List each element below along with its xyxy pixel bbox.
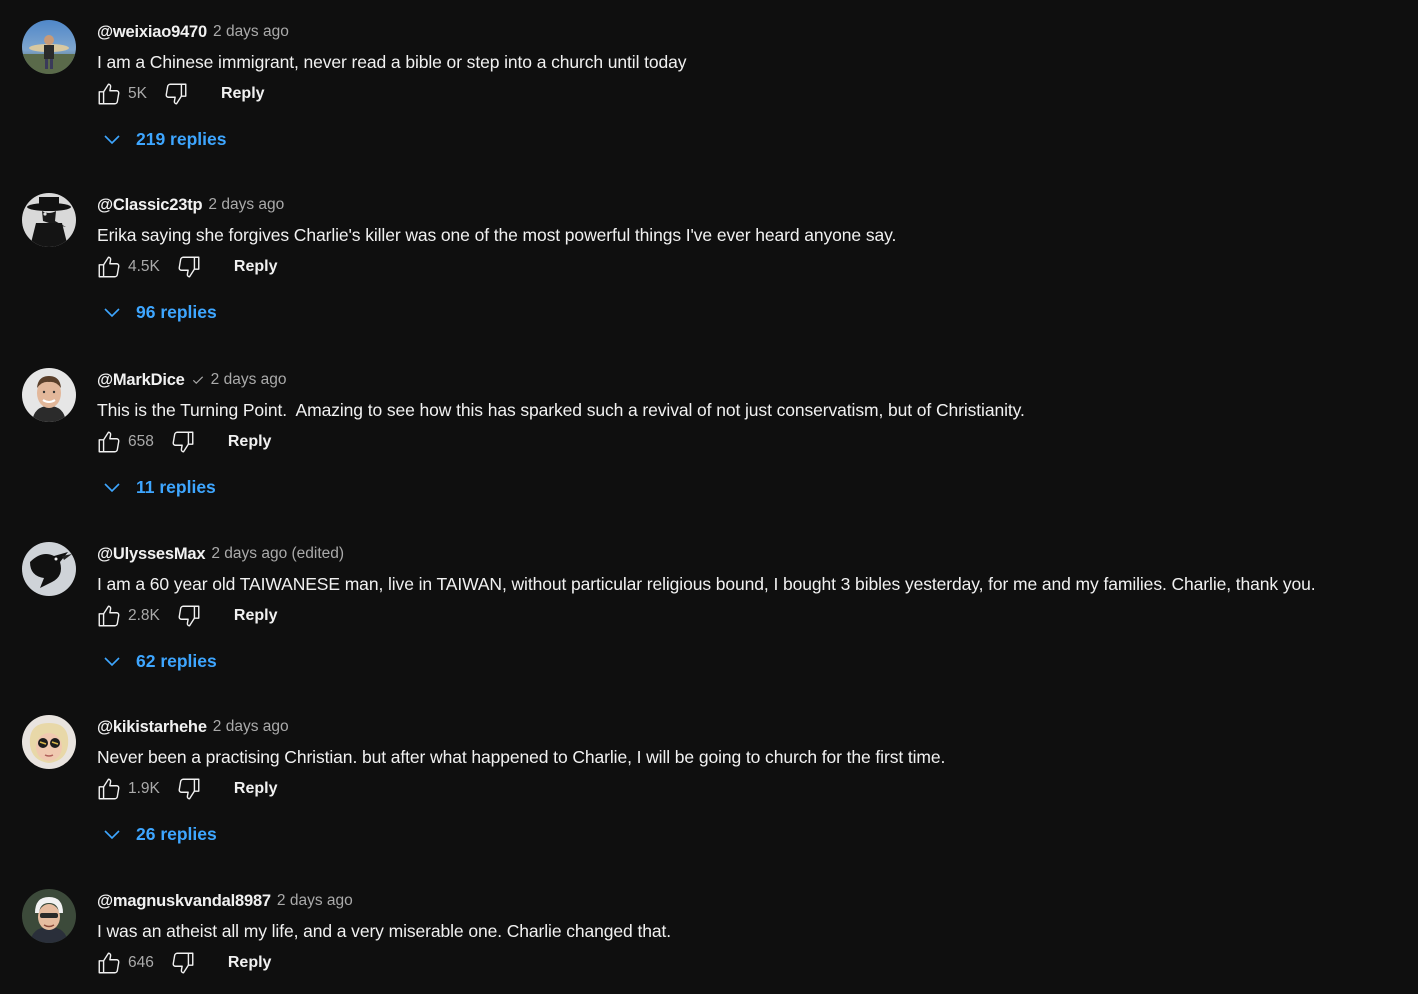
like-button[interactable] xyxy=(94,948,124,978)
author-name[interactable]: @kikistarhehe xyxy=(97,718,207,737)
chevron-down-icon xyxy=(104,830,120,840)
chevron-down-icon xyxy=(104,657,120,667)
comment-text: I was an atheist all my life, and a very… xyxy=(97,921,671,941)
author-name[interactable]: @UlyssesMax xyxy=(97,545,206,564)
thumbs-up-icon xyxy=(98,605,120,627)
author-name[interactable]: @MarkDice xyxy=(97,371,185,390)
view-replies-button[interactable]: 11 replies xyxy=(100,471,216,503)
comment-actions: 5K Reply xyxy=(94,78,265,110)
verified-check-icon xyxy=(192,376,203,385)
avatar[interactable] xyxy=(22,368,76,422)
dislike-button[interactable] xyxy=(174,252,204,282)
author-name[interactable]: @Classic23tp xyxy=(97,196,203,215)
comment-text: I am a 60 year old TAIWANESE man, live i… xyxy=(97,574,1316,594)
comment-actions: 646 Reply xyxy=(94,947,271,979)
like-count: 5K xyxy=(128,85,147,102)
replies-count-label: 219 replies xyxy=(136,128,227,149)
like-count: 2.8K xyxy=(128,607,160,624)
thumbs-down-icon xyxy=(178,605,200,627)
replies-count-label: 11 replies xyxy=(136,476,216,497)
like-button[interactable] xyxy=(94,601,124,631)
thumbs-up-icon xyxy=(98,778,120,800)
author-name[interactable]: @magnuskvandal8987 xyxy=(97,892,271,911)
thumbs-up-icon xyxy=(98,256,120,278)
avatar[interactable] xyxy=(22,20,76,74)
comment-text: I am a Chinese immigrant, never read a b… xyxy=(97,52,687,72)
comment-header: @kikistarhehe 2 days ago xyxy=(97,716,289,738)
view-replies-button[interactable]: 26 replies xyxy=(100,818,217,850)
like-button[interactable] xyxy=(94,774,124,804)
comments-section: @weixiao9470 2 days ago I am a Chinese i… xyxy=(0,0,1418,994)
dislike-button[interactable] xyxy=(168,948,198,978)
reply-button[interactable]: Reply xyxy=(228,433,272,451)
comment-time[interactable]: 2 days ago xyxy=(208,196,284,214)
comment-actions: 4.5K Reply xyxy=(94,251,277,283)
comment-header: @Classic23tp 2 days ago xyxy=(97,194,284,216)
comment-header: @weixiao9470 2 days ago xyxy=(97,21,289,43)
dislike-button[interactable] xyxy=(174,774,204,804)
thumbs-up-icon xyxy=(98,431,120,453)
reply-button[interactable]: Reply xyxy=(234,607,278,625)
view-replies-button[interactable]: 219 replies xyxy=(100,123,226,155)
chevron-down-icon xyxy=(104,135,120,145)
replies-count-label: 62 replies xyxy=(136,650,217,671)
chevron-down-icon xyxy=(104,308,120,318)
chevron-down-icon xyxy=(104,483,120,493)
comment-time[interactable]: 2 days ago xyxy=(213,718,289,736)
comment-text: This is the Turning Point. Amazing to se… xyxy=(97,400,1025,420)
replies-count-label: 96 replies xyxy=(136,301,217,322)
thumbs-down-icon xyxy=(172,431,194,453)
comment-time[interactable]: 2 days ago xyxy=(277,892,353,910)
reply-button[interactable]: Reply xyxy=(228,954,272,972)
avatar[interactable] xyxy=(22,889,76,943)
dislike-button[interactable] xyxy=(161,79,191,109)
like-button[interactable] xyxy=(94,79,124,109)
replies-count-label: 26 replies xyxy=(136,823,217,844)
thumbs-down-icon xyxy=(165,83,187,105)
comment-text: Erika saying she forgives Charlie's kill… xyxy=(97,225,897,245)
comment-actions: 2.8K Reply xyxy=(94,600,277,632)
comment-actions: 658 Reply xyxy=(94,426,271,458)
dislike-button[interactable] xyxy=(174,601,204,631)
comment-header: @UlyssesMax 2 days ago (edited) xyxy=(97,543,344,565)
comment-header: @magnuskvandal8987 2 days ago xyxy=(97,890,353,912)
like-count: 4.5K xyxy=(128,258,160,275)
like-count: 646 xyxy=(128,954,154,971)
avatar[interactable] xyxy=(22,193,76,247)
reply-button[interactable]: Reply xyxy=(221,85,265,103)
avatar[interactable] xyxy=(22,542,76,596)
comment-time[interactable]: 2 days ago xyxy=(211,371,287,389)
comment-text: Never been a practising Christian. but a… xyxy=(97,747,946,767)
thumbs-up-icon xyxy=(98,83,120,105)
like-button[interactable] xyxy=(94,252,124,282)
view-replies-button[interactable]: 96 replies xyxy=(100,296,217,328)
comment-time[interactable]: 2 days ago xyxy=(213,23,289,41)
like-button[interactable] xyxy=(94,427,124,457)
view-replies-button[interactable]: 62 replies xyxy=(100,645,217,677)
thumbs-down-icon xyxy=(178,778,200,800)
dislike-button[interactable] xyxy=(168,427,198,457)
thumbs-down-icon xyxy=(172,952,194,974)
avatar[interactable] xyxy=(22,715,76,769)
reply-button[interactable]: Reply xyxy=(234,780,278,798)
thumbs-down-icon xyxy=(178,256,200,278)
comment-time[interactable]: 2 days ago (edited) xyxy=(211,545,344,563)
like-count: 658 xyxy=(128,433,154,450)
thumbs-up-icon xyxy=(98,952,120,974)
comment-actions: 1.9K Reply xyxy=(94,773,277,805)
author-name[interactable]: @weixiao9470 xyxy=(97,23,207,42)
like-count: 1.9K xyxy=(128,780,160,797)
reply-button[interactable]: Reply xyxy=(234,258,278,276)
comment-header: @MarkDice 2 days ago xyxy=(97,369,287,391)
